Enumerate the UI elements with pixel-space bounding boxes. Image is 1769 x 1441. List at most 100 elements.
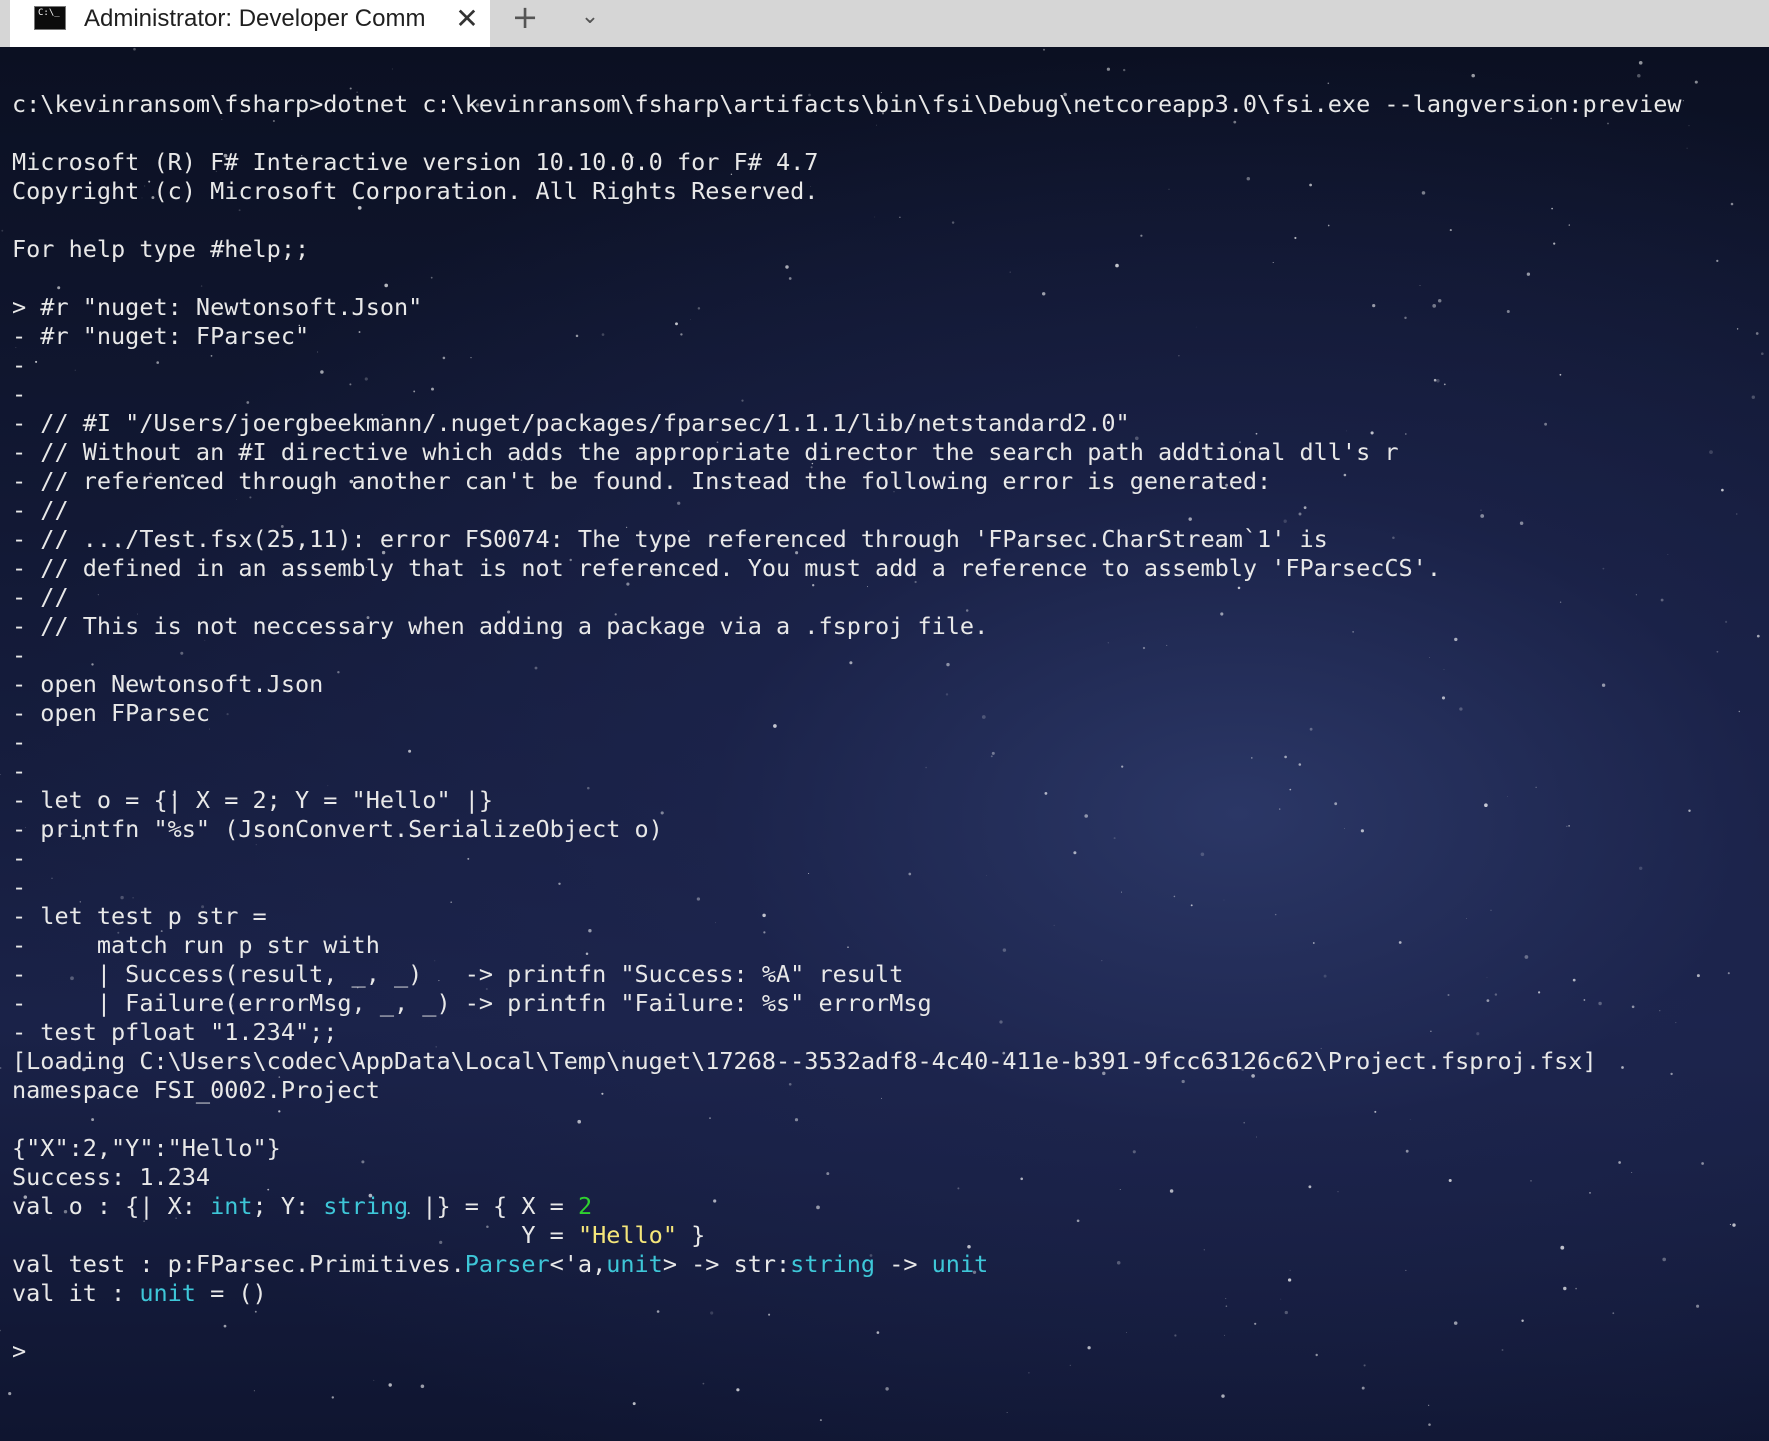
console-line: For help type #help;; [12, 235, 1682, 264]
star [632, 1402, 636, 1406]
console-line: - open FParsec [12, 699, 1682, 728]
star [1760, 352, 1764, 356]
star [1732, 1223, 1736, 1227]
console-text: - let test p str = [12, 902, 267, 930]
console-line: Y = "Hello" } [12, 1221, 1682, 1250]
console-line: - test pfloat "1.234";; [12, 1018, 1682, 1047]
star [391, 68, 393, 70]
console-text: ; Y: [252, 1192, 324, 1220]
console-line: - // defined in an assembly that is not … [12, 554, 1682, 583]
console-line: - // [12, 496, 1682, 525]
console-text: unit [139, 1279, 196, 1307]
console-line: [Loading C:\Users\codec\AppData\Local\Te… [12, 1047, 1682, 1076]
console-text: - | Failure(errorMsg, _, _) -> printfn "… [12, 989, 932, 1017]
star [1755, 332, 1759, 335]
console-text: - [12, 728, 27, 756]
console-line: - // This is not neccessary when adding … [12, 612, 1682, 641]
star [1428, 1404, 1430, 1406]
star [1637, 73, 1641, 78]
console-text: [Loading C:\Users\codec\AppData\Local\Te… [12, 1047, 1597, 1075]
star [1123, 68, 1126, 72]
star [1716, 259, 1719, 263]
star [819, 1419, 822, 1422]
console-text: > [12, 1337, 27, 1365]
console-line: - let test p str = [12, 902, 1682, 931]
star [1028, 1372, 1030, 1374]
console-text: - // This is not neccessary when adding … [12, 612, 989, 640]
console-text: val it : [12, 1279, 140, 1307]
console-line: Success: 1.234 [12, 1163, 1682, 1192]
terminal-icon-glyph: C:\_ [38, 8, 60, 18]
console-text: -> [875, 1250, 932, 1278]
console-line: Microsoft (R) F# Interactive version 10.… [12, 148, 1682, 177]
close-tab-button[interactable]: ✕ [450, 2, 484, 36]
star [1721, 488, 1724, 492]
console-text: - // .../Test.fsx(25,11): error FS0074: … [12, 525, 1328, 553]
star [0, 1067, 2, 1069]
console-text: unit [931, 1250, 989, 1278]
star [1709, 450, 1713, 454]
console-line: val o : {| X: int; Y: string |} = { X = … [12, 1192, 1682, 1221]
console-line: - let o = {| X = 2; Y = "Hello" |} [12, 786, 1682, 815]
console-line: > #r "nuget: Newtonsoft.Json" [12, 293, 1682, 322]
star [1694, 80, 1698, 84]
console-text: - open Newtonsoft.Json [12, 670, 324, 698]
title-bar: C:\_ Administrator: Developer Comm ✕ + ⌄ [0, 0, 1769, 47]
console-text: - printfn "%s" (JsonConvert.SerializeObj… [12, 815, 663, 843]
star [1327, 82, 1330, 85]
star [1, 229, 4, 232]
console-text: - let o = {| X = 2; Y = "Hello" |} [12, 786, 494, 814]
new-tab-button[interactable]: + [505, 0, 545, 36]
console-text: - test pfloat "1.234";; [12, 1018, 338, 1046]
console-text: - | Success(result, _, _) -> printfn "Su… [12, 960, 904, 988]
console-line: - [12, 844, 1682, 873]
console-line: - [12, 728, 1682, 757]
console-area[interactable]: c:\kevinransom\fsharp>dotnet c:\kevinran… [0, 47, 1769, 1441]
star [1716, 650, 1719, 653]
console-line: - [12, 351, 1682, 380]
console-output: c:\kevinransom\fsharp>dotnet c:\kevinran… [12, 90, 1682, 1366]
console-line: val it : unit = () [12, 1279, 1682, 1308]
star [1701, 1162, 1704, 1165]
console-text: c:\kevinransom\fsharp>dotnet c:\kevinran… [12, 90, 1682, 118]
star [388, 1383, 392, 1387]
console-text: Microsoft (R) F# Interactive version 10.… [12, 148, 819, 176]
console-text: |} = { X = [408, 1192, 578, 1220]
dropdown-menu-button[interactable]: ⌄ [570, 0, 610, 36]
console-line: > [12, 1337, 1682, 1366]
console-text: Copyright (c) Microsoft Corporation. All… [12, 177, 819, 205]
tab-developer-command-prompt[interactable]: C:\_ Administrator: Developer Comm ✕ [10, 0, 490, 47]
console-text: val o : {| X: [12, 1192, 211, 1220]
star [1725, 620, 1728, 623]
console-line: - #r "nuget: FParsec" [12, 322, 1682, 351]
console-line: - [12, 380, 1682, 409]
console-line: - [12, 873, 1682, 902]
console-line: - // .../Test.fsx(25,11): error FS0074: … [12, 525, 1682, 554]
console-line: val test : p:FParsec.Primitives.Parser<'… [12, 1250, 1682, 1279]
console-text: - // [12, 583, 69, 611]
console-text: > -> str: [662, 1250, 791, 1278]
console-text: {"X":2,"Y":"Hello"} [12, 1134, 281, 1162]
star [1729, 1223, 1731, 1225]
star [1686, 147, 1688, 149]
star [1696, 1304, 1700, 1308]
console-line: - // referenced through another can't be… [12, 467, 1682, 496]
console-text: - // defined in an assembly that is not … [12, 554, 1441, 582]
console-line: - // Without an #I directive which adds … [12, 438, 1682, 467]
console-text: - // #I "/Users/joergbeekmann/.nuget/pac… [12, 409, 1130, 437]
star [1682, 100, 1684, 102]
star [1727, 972, 1730, 975]
star [1471, 73, 1475, 78]
star [1751, 395, 1755, 399]
star [8, 1392, 12, 1396]
console-line: - // #I "/Users/joergbeekmann/.nuget/pac… [12, 409, 1682, 438]
star [1361, 1386, 1365, 1390]
star [1738, 710, 1741, 713]
console-text: > #r "nuget: Newtonsoft.Json" [12, 293, 423, 321]
console-text: val test : p:FParsec.Primitives. [12, 1250, 465, 1278]
console-text: - [12, 380, 27, 408]
console-text: - [12, 873, 27, 901]
